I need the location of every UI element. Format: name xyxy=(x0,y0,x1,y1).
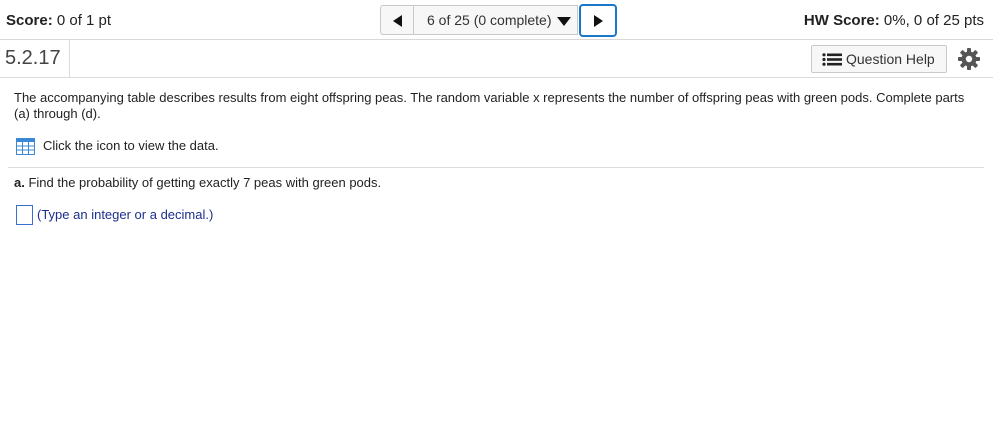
question-help-button[interactable]: Question Help xyxy=(811,45,947,73)
score: Score: 0 of 1 pt xyxy=(6,12,111,29)
question-number: 5.2.17 xyxy=(0,40,70,77)
table-icon[interactable] xyxy=(16,138,35,155)
question-position: 6 of 25 (0 complete) xyxy=(427,12,552,28)
hw-score-label: HW Score: xyxy=(803,12,880,29)
question-select[interactable]: 6 of 25 (0 complete) xyxy=(413,5,578,35)
view-data-text: Click the icon to view the data. xyxy=(43,138,219,153)
answer-input[interactable] xyxy=(16,205,33,225)
gear-icon[interactable] xyxy=(957,47,981,71)
hw-score-value: 0%, 0 of 25 pts xyxy=(883,12,984,29)
part-a: a. Find the probability of getting exact… xyxy=(14,175,381,191)
answer-hint: (Type an integer or a decimal.) xyxy=(37,207,214,222)
next-question-button[interactable] xyxy=(579,4,617,37)
question-bar: 5.2.17 Question Help xyxy=(0,40,993,78)
question-help-label: Question Help xyxy=(846,51,935,67)
list-icon xyxy=(822,53,842,66)
hw-score: HW Score: 0%, 0 of 25 pts xyxy=(804,12,984,29)
top-bar: Score: 0 of 1 pt 6 of 25 (0 complete) HW… xyxy=(0,0,993,40)
part-a-text: Find the probability of getting exactly … xyxy=(28,175,382,190)
score-value: 0 of 1 pt xyxy=(56,12,112,29)
next-triangle-icon xyxy=(594,15,603,27)
dropdown-triangle-icon xyxy=(557,17,571,26)
previous-question-button[interactable] xyxy=(380,5,414,35)
divider xyxy=(8,167,984,168)
question-text: The accompanying table describes results… xyxy=(14,90,965,121)
score-label: Score: xyxy=(6,12,53,29)
previous-triangle-icon xyxy=(393,15,402,27)
part-a-label: a. xyxy=(14,175,25,190)
